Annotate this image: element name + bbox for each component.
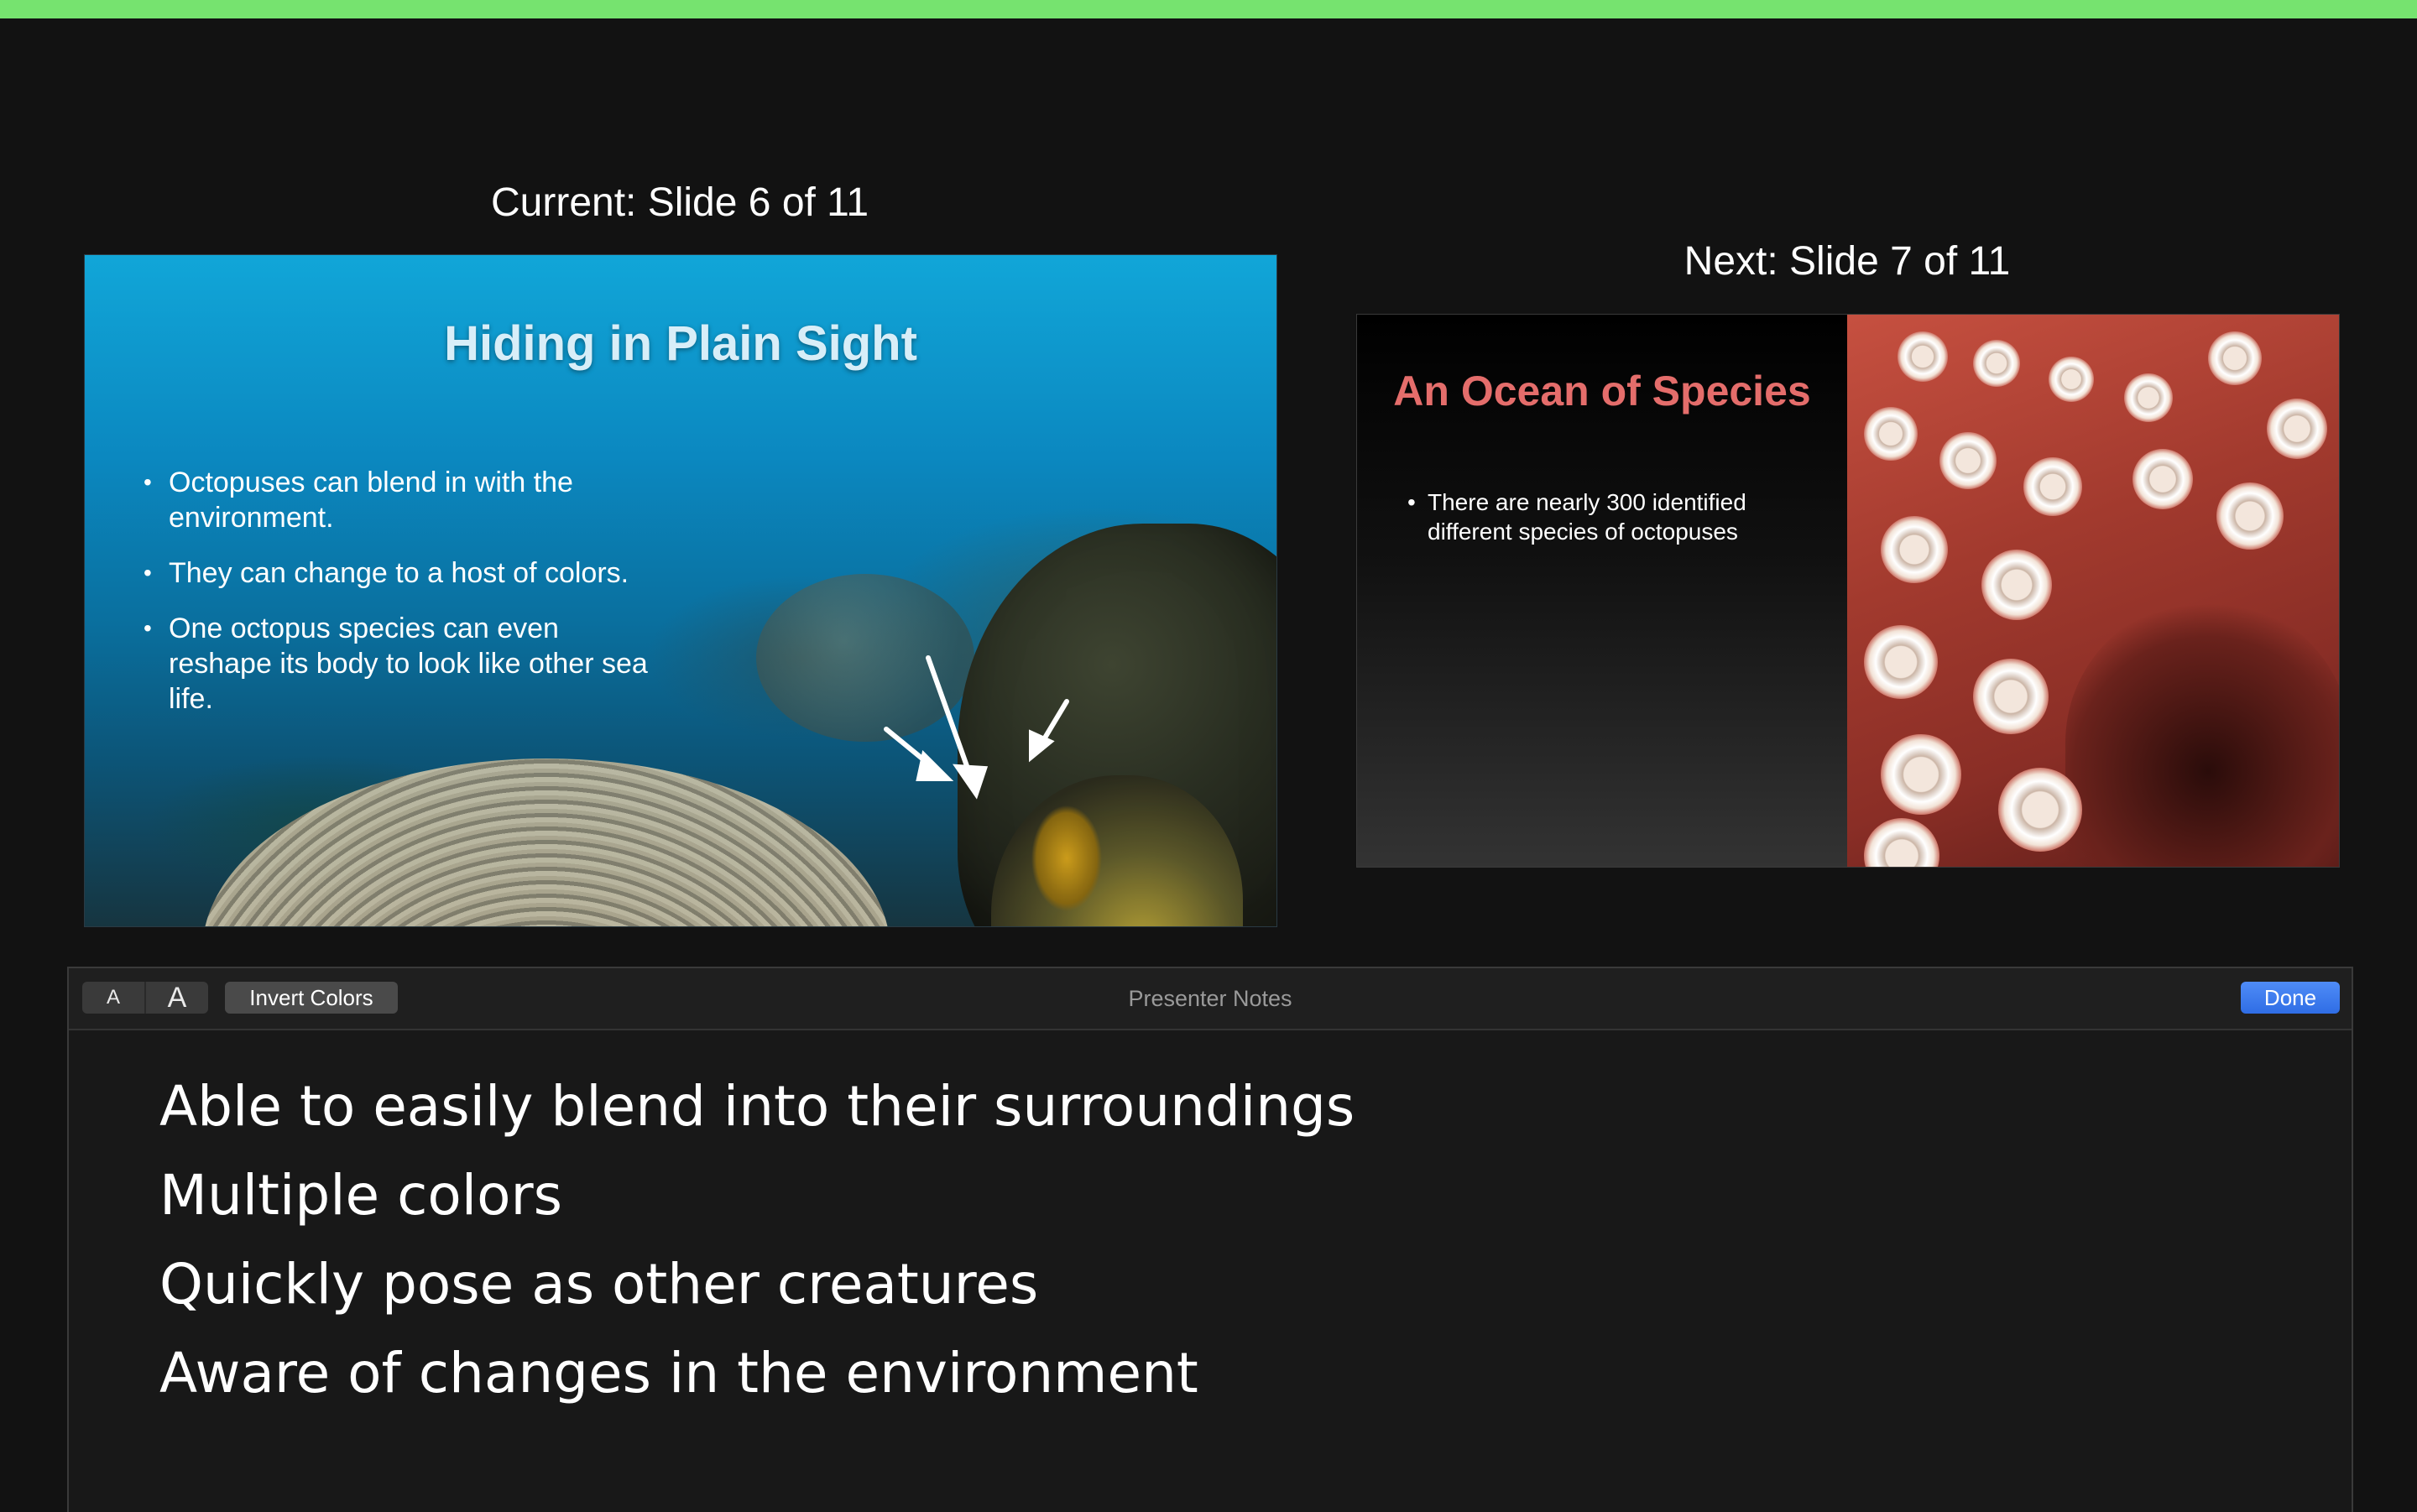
- sucker-shape: [2216, 482, 2284, 550]
- next-slide-bullets: There are nearly 300 identified differen…: [1407, 487, 1827, 546]
- sucker-shape: [1998, 768, 2082, 852]
- notes-title: Presenter Notes: [1128, 985, 1292, 1011]
- done-button[interactable]: Done: [2241, 982, 2340, 1014]
- current-slide-preview: Hiding in Plain Sight Octopuses can blen…: [84, 254, 1277, 927]
- sucker-shape: [1898, 331, 1948, 382]
- bullet-item: There are nearly 300 identified differen…: [1407, 487, 1827, 546]
- bullet-item: Octopuses can blend in with the environm…: [144, 465, 664, 535]
- sucker-shape: [1981, 550, 2052, 620]
- sucker-shape: [2023, 457, 2082, 516]
- notes-content[interactable]: Able to easily blend into their surround…: [159, 1062, 2258, 1418]
- sucker-shape: [1973, 340, 2020, 387]
- sucker-shape: [2267, 399, 2327, 459]
- arrow-icon: [926, 655, 1069, 800]
- next-slide-title: An Ocean of Species: [1393, 368, 1811, 414]
- bullet-item: They can change to a host of colors.: [144, 555, 664, 591]
- current-slide-bullets: Octopuses can blend in with the environm…: [144, 465, 664, 737]
- sucker-shape: [2208, 331, 2262, 385]
- octopus-tentacle-image: [1847, 315, 2339, 867]
- sucker-shape: [1881, 516, 1948, 583]
- sucker-shape: [1881, 734, 1961, 815]
- sucker-shape: [1864, 818, 1939, 867]
- current-slide-title: Hiding in Plain Sight: [444, 316, 917, 371]
- sucker-shape: [2049, 357, 2094, 402]
- note-line: Quickly pose as other creatures: [159, 1252, 1039, 1316]
- increase-font-button[interactable]: A: [146, 982, 208, 1014]
- note-line: Able to easily blend into their surround…: [159, 1074, 1355, 1139]
- bullet-item: One octopus species can even reshape its…: [144, 611, 664, 717]
- sucker-shape: [1864, 407, 1918, 461]
- notes-toolbar: Presenter Notes A A Invert Colors Done: [69, 968, 2352, 1030]
- note-line: Multiple colors: [159, 1163, 563, 1228]
- sucker-shape: [1939, 432, 1997, 489]
- next-slide-preview: An Ocean of Species There are nearly 300…: [1356, 314, 2340, 868]
- presenter-notes-panel: Presenter Notes A A Invert Colors Done A…: [67, 967, 2353, 1512]
- tentacle-shadow: [2065, 600, 2339, 867]
- top-status-bar: [0, 0, 2417, 18]
- font-size-controls: A A: [82, 982, 208, 1014]
- next-slide-label: Next: Slide 7 of 11: [1684, 239, 2011, 284]
- next-slide-text-area: An Ocean of Species There are nearly 300…: [1357, 315, 1847, 867]
- note-line: Aware of changes in the environment: [159, 1341, 1198, 1405]
- current-slide-label: Current: Slide 6 of 11: [490, 180, 869, 225]
- invert-colors-button[interactable]: Invert Colors: [225, 982, 398, 1014]
- decrease-font-button[interactable]: A: [82, 982, 146, 1014]
- sucker-shape: [2124, 373, 2173, 422]
- arrow-icon: [884, 727, 954, 781]
- sucker-shape: [1973, 659, 2049, 734]
- sucker-shape: [1864, 625, 1938, 699]
- sucker-shape: [2132, 449, 2193, 509]
